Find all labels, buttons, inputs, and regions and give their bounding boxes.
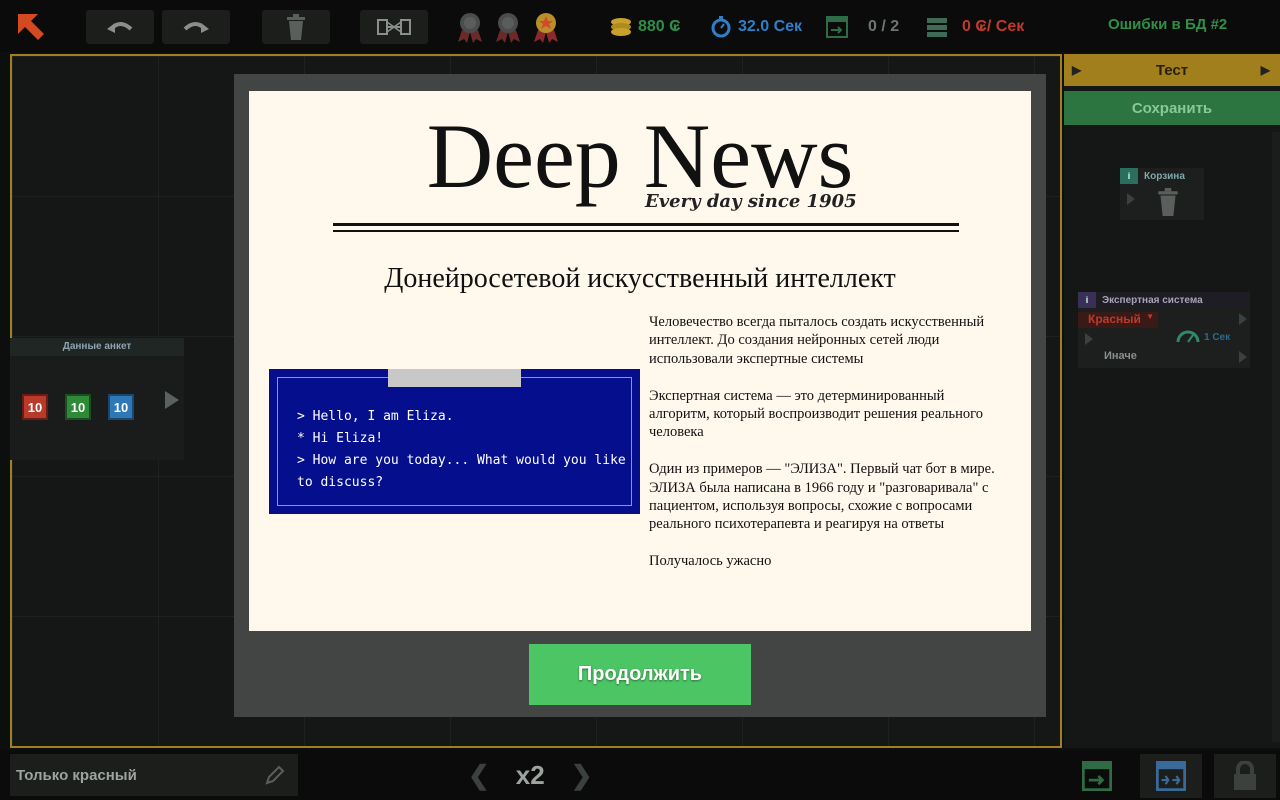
bottom-bar: Только красный ❮ x2 ❯ [0, 750, 1280, 800]
article-body: Человечество всегда пыталось создать иск… [649, 313, 999, 589]
info-icon: i [1120, 168, 1138, 184]
trash-card[interactable]: i Корзина [1120, 168, 1204, 220]
article-paragraph: Один из примеров — "ЭЛИЗА". Первый чат б… [649, 461, 995, 533]
trash-icon [287, 14, 305, 40]
input-port-icon [1127, 193, 1135, 205]
coins-value: 880 ₢ [638, 18, 681, 35]
news-modal: Deep News Every day since 1905 Донейросе… [234, 74, 1046, 717]
divider [333, 230, 959, 232]
chevron-down-icon: ▼ [1146, 312, 1154, 321]
stopwatch-icon [711, 16, 731, 38]
time-stat: 32.0 Сек [710, 14, 802, 40]
data-chip-green: 10 [65, 394, 91, 420]
eliza-screenshot: > Hello, I am Eliza. * Hi Eliza! > How a… [269, 369, 640, 514]
top-bar: 880 ₢ 32.0 Сек 0 / 2 0 ₢/ Сек Ошибки в Б… [0, 0, 1280, 52]
speed-decrease-icon[interactable]: ❮ [468, 760, 490, 791]
undo-button[interactable] [86, 10, 154, 44]
survey-data-node[interactable]: Данные анкет 10 10 10 [10, 338, 184, 460]
timer-value: 1 Сек [1204, 332, 1231, 343]
article-paragraph: Получалось ужасно [649, 553, 772, 570]
time-value: 32.0 Сек [738, 18, 803, 35]
connect-nodes-icon [377, 19, 411, 35]
eliza-line: > How are you today... What would you li… [297, 453, 626, 490]
divider [333, 223, 959, 226]
locked-tool-button[interactable] [1214, 754, 1276, 798]
expert-system-card[interactable]: i Экспертная система Красный ▼ 1 Сек Иначе [1078, 292, 1250, 368]
output-box-icon [1082, 761, 1112, 791]
delete-button[interactable] [262, 10, 330, 44]
game-screen: 880 ₢ 32.0 Сек 0 / 2 0 ₢/ Сек Ошибки в Б… [0, 0, 1280, 800]
progress-stat: 0 / 2 [826, 14, 899, 40]
output-port-icon[interactable] [1238, 350, 1248, 364]
output-port-icon[interactable] [164, 390, 180, 410]
article-headline: Донейросетевой искусственный интеллект [384, 263, 896, 294]
card-header: i Корзина [1120, 168, 1204, 184]
coins-icon [611, 18, 631, 36]
tagline: Every day since 1905 [645, 191, 857, 212]
redo-button[interactable] [162, 10, 230, 44]
redo-icon [183, 22, 209, 33]
node-title: Данные анкет [10, 338, 184, 356]
speed-control: ❮ x2 ❯ [468, 754, 593, 796]
data-chip-blue: 10 [108, 394, 134, 420]
progress-value: 0 / 2 [868, 18, 900, 35]
speed-increase-icon[interactable]: ❯ [571, 760, 593, 791]
output-box-icon [826, 16, 848, 38]
masthead: Deep News [426, 105, 854, 207]
save-button[interactable]: Сохранить [1064, 91, 1280, 125]
speed-value: x2 [515, 759, 545, 790]
card-title: Экспертная система [1102, 294, 1203, 306]
medal-icon [534, 13, 558, 43]
info-icon: i [1078, 292, 1096, 308]
rate-value: 0 ₢/ Сек [962, 18, 1025, 35]
card-header: i Экспертная система [1078, 292, 1250, 308]
back-button[interactable] [10, 10, 52, 44]
eliza-dialogue: > Hello, I am Eliza. * Hi Eliza! > How a… [297, 406, 640, 494]
input-port-icon [1085, 333, 1093, 345]
article-paragraph: Экспертная система — это детерминированн… [649, 387, 983, 441]
server-icon [927, 18, 947, 37]
rate-stat: 0 ₢/ Сек [926, 14, 1024, 40]
article-paragraph: Человечество всегда пыталось создать иск… [649, 314, 985, 367]
output-port-icon[interactable] [1238, 312, 1248, 326]
color-select-value: Красный [1088, 312, 1141, 326]
filter-name-field[interactable]: Только красный [10, 754, 298, 796]
card-title: Корзина [1144, 170, 1185, 182]
medals [452, 8, 564, 44]
gauge-icon [1176, 330, 1200, 343]
continue-button[interactable]: Продолжить [529, 644, 751, 705]
play-icon: ▶ [1260, 63, 1270, 77]
right-panel: ▶ Тест ▶ Сохранить i Корзина i Экспертная … [1064, 54, 1280, 748]
else-label: Иначе [1104, 350, 1137, 362]
play-icon: ▶ [1072, 63, 1082, 77]
filter-name-text: Только красный [16, 766, 137, 784]
arrange-button[interactable] [360, 10, 428, 44]
lock-icon [1234, 761, 1256, 790]
back-arrow-icon [18, 14, 44, 40]
transfer-tool-button[interactable] [1140, 754, 1202, 798]
transfer-icon [1156, 761, 1186, 791]
undo-icon [107, 22, 133, 33]
output-tool-button[interactable] [1066, 754, 1128, 798]
medal-icon [458, 13, 482, 43]
test-label: Тест [1155, 61, 1189, 79]
eliza-tab [388, 369, 521, 387]
trash-icon [1158, 188, 1178, 216]
test-button[interactable]: ▶ Тест ▶ [1064, 54, 1280, 86]
data-chip-red: 10 [22, 394, 48, 420]
pencil-icon[interactable] [264, 764, 286, 786]
coins-stat: 880 ₢ [610, 14, 681, 40]
color-select[interactable]: Красный ▼ [1078, 312, 1158, 328]
newspaper: Deep News Every day since 1905 Донейросе… [249, 91, 1031, 631]
medal-icon [496, 13, 520, 43]
eliza-line: * Hi Eliza! [297, 431, 384, 446]
level-title: Ошибки в БД #2 [1108, 16, 1228, 33]
scrollbar[interactable] [1272, 132, 1280, 742]
eliza-line: > Hello, I am Eliza. [297, 409, 454, 424]
